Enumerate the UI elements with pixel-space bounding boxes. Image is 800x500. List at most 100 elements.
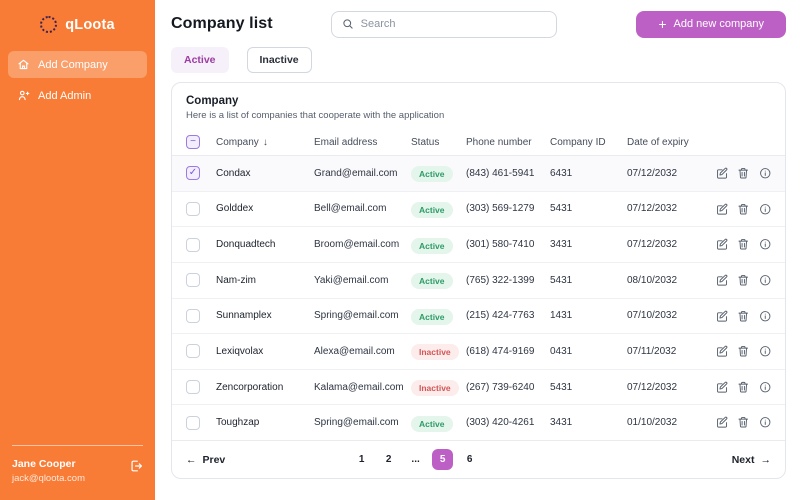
edit-button[interactable] bbox=[716, 274, 729, 287]
user-name: Jane Cooper bbox=[12, 458, 76, 470]
row-checkbox[interactable] bbox=[186, 344, 200, 359]
sidebar-item-label: Add Admin bbox=[38, 89, 92, 102]
add-new-company-button[interactable]: + Add new company bbox=[636, 10, 786, 38]
edit-icon bbox=[716, 203, 727, 215]
table-row: Toughzap Spring@email.com Active (303) 4… bbox=[172, 405, 785, 440]
info-button[interactable] bbox=[759, 381, 772, 394]
edit-button[interactable] bbox=[716, 345, 729, 358]
sidebar-item-add-admin[interactable]: Add Admin bbox=[8, 82, 147, 109]
column-label: Company bbox=[216, 136, 259, 148]
cell-expiry: 08/10/2032 bbox=[627, 274, 678, 286]
delete-button[interactable] bbox=[737, 310, 750, 323]
cell-phone: (765) 322-1399 bbox=[466, 274, 535, 286]
row-actions bbox=[695, 345, 771, 358]
logout-button[interactable] bbox=[129, 459, 143, 476]
trash-icon bbox=[738, 274, 749, 286]
info-button[interactable] bbox=[759, 167, 772, 180]
card-subtitle: Here is a list of companies that coopera… bbox=[186, 110, 445, 121]
topbar: Company list + Add new company bbox=[171, 9, 786, 39]
select-all-checkbox[interactable]: − bbox=[186, 135, 200, 149]
logout-icon bbox=[131, 460, 143, 472]
edit-button[interactable] bbox=[716, 381, 729, 394]
column-header-status: Status bbox=[411, 136, 440, 148]
prev-page-button[interactable]: ← Prev bbox=[186, 454, 225, 466]
delete-button[interactable] bbox=[737, 203, 750, 216]
info-button[interactable] bbox=[759, 274, 772, 287]
row-checkbox[interactable] bbox=[186, 415, 200, 430]
table-row: Nam-zim Yaki@email.com Active (765) 322-… bbox=[172, 262, 785, 299]
cell-email: Spring@email.com bbox=[314, 310, 399, 322]
edit-button[interactable] bbox=[716, 167, 729, 180]
column-header-email: Email address bbox=[314, 136, 378, 148]
next-page-button[interactable]: Next → bbox=[732, 454, 771, 466]
main-content: Company list + Add new company Active In… bbox=[155, 0, 800, 500]
delete-button[interactable] bbox=[737, 345, 750, 358]
info-button[interactable] bbox=[759, 203, 772, 216]
page-number-button[interactable]: 1 bbox=[351, 449, 372, 470]
search-input[interactable] bbox=[360, 18, 546, 30]
cell-company-id: 5431 bbox=[550, 274, 573, 286]
edit-button[interactable] bbox=[716, 238, 729, 251]
table-row: Zencorporation Kalama@email.com Inactive… bbox=[172, 369, 785, 406]
cell-company: Donquadtech bbox=[216, 239, 276, 251]
sidebar-item-label: Add Company bbox=[38, 58, 108, 71]
cell-phone: (303) 569-1279 bbox=[466, 203, 535, 215]
cell-phone: (215) 424-7763 bbox=[466, 310, 535, 322]
edit-button[interactable] bbox=[716, 310, 729, 323]
sidebar-footer: Jane Cooper jack@qloota.com bbox=[0, 445, 155, 500]
cell-company-id: 6431 bbox=[550, 167, 573, 179]
user-email: jack@qloota.com bbox=[12, 473, 86, 484]
cell-company: Sunnamplex bbox=[216, 310, 272, 322]
delete-button[interactable] bbox=[737, 274, 750, 287]
edit-icon bbox=[716, 238, 727, 250]
cell-expiry: 07/12/2032 bbox=[627, 167, 678, 179]
delete-button[interactable] bbox=[737, 167, 750, 180]
info-button[interactable] bbox=[759, 310, 772, 323]
column-header-company-id: Company ID bbox=[550, 136, 606, 148]
cell-company-id: 5431 bbox=[550, 203, 573, 215]
info-button[interactable] bbox=[759, 345, 772, 358]
sidebar: qLoota Add Company Add Admin Jane Cooper… bbox=[0, 0, 155, 500]
row-checkbox[interactable] bbox=[186, 273, 200, 288]
cell-expiry: 07/12/2032 bbox=[627, 381, 678, 393]
row-checkbox[interactable] bbox=[186, 308, 200, 323]
user-row: Jane Cooper jack@qloota.com bbox=[12, 458, 143, 484]
status-badge: Active bbox=[411, 273, 453, 290]
sidebar-divider bbox=[12, 445, 143, 446]
edit-icon bbox=[716, 310, 727, 322]
page-number-button[interactable]: 6 bbox=[459, 449, 480, 470]
cell-phone: (301) 580-7410 bbox=[466, 239, 535, 251]
sidebar-item-add-company[interactable]: Add Company bbox=[8, 51, 147, 78]
info-icon bbox=[759, 310, 770, 321]
page-number-button[interactable]: 5 bbox=[432, 449, 454, 470]
edit-icon bbox=[716, 381, 727, 393]
cell-email: Broom@email.com bbox=[314, 239, 400, 251]
cell-company-id: 5431 bbox=[550, 381, 573, 393]
delete-button[interactable] bbox=[737, 238, 750, 251]
column-header-expiry: Date of expiry bbox=[627, 136, 689, 148]
row-checkbox[interactable] bbox=[186, 237, 200, 252]
edit-button[interactable] bbox=[716, 203, 729, 216]
tab-inactive[interactable]: Inactive bbox=[246, 47, 312, 73]
column-header-company[interactable]: Company ↓ bbox=[216, 137, 314, 148]
row-checkbox[interactable]: ✓ bbox=[186, 166, 200, 181]
trash-icon bbox=[738, 417, 749, 428]
row-actions bbox=[695, 238, 771, 251]
info-icon bbox=[759, 168, 770, 179]
plus-icon: + bbox=[658, 16, 667, 32]
sort-down-icon: ↓ bbox=[262, 136, 268, 148]
edit-button[interactable] bbox=[716, 416, 729, 429]
info-button[interactable] bbox=[759, 416, 772, 429]
delete-button[interactable] bbox=[737, 381, 750, 394]
info-button[interactable] bbox=[759, 238, 772, 251]
home-icon bbox=[18, 59, 29, 70]
cell-company-id: 3431 bbox=[550, 239, 573, 251]
tab-active[interactable]: Active bbox=[171, 47, 229, 73]
delete-button[interactable] bbox=[737, 416, 750, 429]
row-checkbox[interactable] bbox=[186, 380, 200, 395]
cell-phone: (303) 420-4261 bbox=[466, 417, 535, 429]
row-actions bbox=[695, 203, 771, 216]
row-actions bbox=[695, 381, 771, 394]
row-checkbox[interactable] bbox=[186, 201, 200, 216]
page-number-button[interactable]: 2 bbox=[378, 449, 399, 470]
